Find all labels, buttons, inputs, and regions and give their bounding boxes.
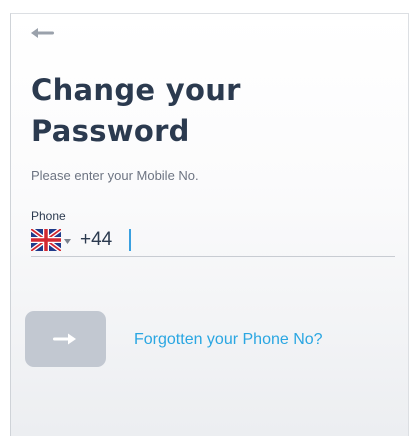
uk-flag-icon <box>31 229 61 251</box>
phone-label: Phone <box>31 209 66 223</box>
back-arrow-icon <box>31 28 54 38</box>
forgot-phone-link[interactable]: Forgotten your Phone No? <box>134 331 323 349</box>
right-arrow-icon <box>53 333 76 345</box>
next-button[interactable] <box>25 311 106 367</box>
phone-field <box>31 225 395 257</box>
country-selector[interactable] <box>31 229 75 253</box>
text-cursor <box>129 229 131 251</box>
back-button[interactable] <box>30 25 56 41</box>
phone-input[interactable] <box>80 226 380 254</box>
change-password-screen: Change your Password Please enter your M… <box>10 13 409 436</box>
page-title-line-1: Change your <box>31 73 241 107</box>
chevron-down-icon <box>64 239 71 244</box>
page-title-line-2: Password <box>31 114 190 148</box>
instruction-text: Please enter your Mobile No. <box>31 168 199 183</box>
page-title: Change your Password <box>31 70 241 152</box>
